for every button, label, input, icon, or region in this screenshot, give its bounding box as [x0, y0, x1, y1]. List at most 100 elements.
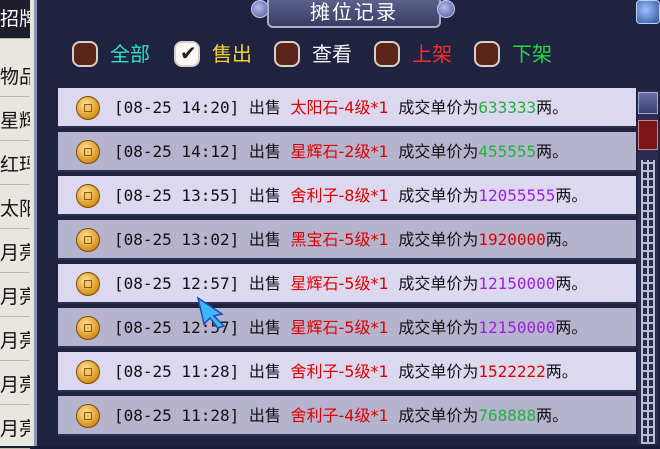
check-icon: ✔ [180, 41, 197, 65]
checkbox-viewed[interactable] [274, 41, 300, 67]
record-action: 出售 [248, 362, 281, 381]
record-text: [08-25 12:57] 出售 星辉石-5级*1 成交单价为12150000两… [114, 308, 587, 348]
checkbox-sold[interactable]: ✔ [174, 41, 200, 67]
background-list-item: 星辉 [0, 102, 30, 141]
record-row[interactable]: [08-25 12:57] 出售 星辉石-5级*1 成交单价为12150000两… [58, 308, 636, 348]
record-time: [08-25 11:28] [114, 406, 240, 425]
record-action: 出售 [248, 98, 281, 117]
record-row[interactable]: [08-25 14:20] 出售 太阳石-4级*1 成交单价为633333两。 [58, 88, 636, 128]
record-item: 太阳石-4级*1 [290, 98, 389, 117]
background-list-item: 月亮 [0, 410, 30, 449]
scroll-up-arrow-icon[interactable] [638, 92, 658, 114]
record-price: 12150000 [478, 318, 556, 337]
record-row[interactable]: [08-25 14:12] 出售 星辉石-2级*1 成交单价为455555两。 [58, 132, 636, 172]
filter-delisted-label: 下架 [512, 42, 552, 66]
record-price: 1920000 [478, 230, 546, 249]
record-text: [08-25 11:28] 出售 舍利子-4级*1 成交单价为768888两。 [114, 396, 568, 436]
coin-icon [76, 404, 100, 428]
background-list-item: 月亮 [0, 322, 30, 361]
background-list-item: 物品 [0, 58, 30, 97]
record-price: 12150000 [478, 274, 556, 293]
record-list: [08-25 14:20] 出售 太阳石-4级*1 成交单价为633333两。[… [58, 88, 636, 444]
record-price: 633333 [478, 98, 537, 117]
filter-listed-label: 上架 [412, 42, 452, 66]
record-price: 12055555 [478, 186, 556, 205]
record-time: [08-25 12:57] [114, 274, 240, 293]
coin-icon [76, 316, 100, 340]
record-action: 出售 [248, 142, 281, 161]
record-item: 舍利子-4级*1 [290, 406, 389, 425]
close-icon[interactable] [636, 0, 660, 24]
record-text: [08-25 11:28] 出售 舍利子-5级*1 成交单价为1522222两。 [114, 352, 578, 392]
record-price-label: 成交单价为 [398, 362, 479, 381]
record-unit: 两。 [555, 186, 588, 205]
record-time: [08-25 14:12] [114, 142, 240, 161]
record-item: 星辉石-2级*1 [290, 142, 389, 161]
record-action: 出售 [248, 318, 281, 337]
record-unit: 两。 [536, 98, 569, 117]
record-unit: 两。 [555, 274, 588, 293]
filter-all-label: 全部 [110, 42, 150, 66]
record-action: 出售 [248, 406, 281, 425]
record-price-label: 成交单价为 [398, 186, 479, 205]
record-item: 黑宝石-5级*1 [290, 230, 389, 249]
coin-icon [76, 184, 100, 208]
record-text: [08-25 14:12] 出售 星辉石-2级*1 成交单价为455555两。 [114, 132, 568, 172]
background-list-item: 月亮 [0, 234, 30, 273]
game-cursor-icon [196, 296, 226, 329]
record-item: 星辉石-5级*1 [290, 318, 389, 337]
filter-viewed-label: 查看 [312, 42, 352, 66]
record-unit: 两。 [545, 230, 578, 249]
dialog-title: 摊位记录 [267, 0, 441, 28]
record-unit: 两。 [536, 142, 569, 161]
record-action: 出售 [248, 230, 281, 249]
background-window-strip: 招牌物品星辉红玛太阳月亮月亮月亮月亮月亮 [0, 0, 36, 449]
background-list-item: 月亮 [0, 366, 30, 405]
record-text: [08-25 14:20] 出售 太阳石-4级*1 成交单价为633333两。 [114, 88, 568, 128]
record-row[interactable]: [08-25 12:57] 出售 星辉石-5级*1 成交单价为12150000两… [58, 264, 636, 304]
record-price-label: 成交单价为 [398, 318, 479, 337]
record-row[interactable]: [08-25 11:28] 出售 舍利子-5级*1 成交单价为1522222两。 [58, 352, 636, 392]
record-item: 星辉石-5级*1 [290, 274, 389, 293]
record-price-label: 成交单价为 [398, 142, 479, 161]
record-time: [08-25 11:28] [114, 362, 240, 381]
record-item: 舍利子-5级*1 [290, 362, 389, 381]
record-row[interactable]: [08-25 13:02] 出售 黑宝石-5级*1 成交单价为1920000两。 [58, 220, 636, 260]
record-action: 出售 [248, 274, 281, 293]
record-unit: 两。 [555, 318, 588, 337]
record-time: [08-25 13:55] [114, 186, 240, 205]
checkbox-delisted[interactable] [474, 41, 500, 67]
record-unit: 两。 [536, 406, 569, 425]
coin-icon [76, 96, 100, 120]
record-row[interactable]: [08-25 11:28] 出售 舍利子-4级*1 成交单价为768888两。 [58, 396, 636, 436]
coin-icon [76, 272, 100, 296]
record-text: [08-25 13:02] 出售 黑宝石-5级*1 成交单价为1920000两。 [114, 220, 578, 260]
background-list-item: 太阳 [0, 190, 30, 229]
background-list-item: 招牌 [0, 0, 30, 39]
background-list-item: 红玛 [0, 146, 30, 185]
record-unit: 两。 [545, 362, 578, 381]
record-time: [08-25 14:20] [114, 98, 240, 117]
record-price: 455555 [478, 142, 537, 161]
record-price-label: 成交单价为 [398, 274, 479, 293]
record-price: 768888 [478, 406, 537, 425]
record-time: [08-25 13:02] [114, 230, 240, 249]
record-item: 舍利子-8级*1 [290, 186, 389, 205]
record-text: [08-25 13:55] 出售 舍利子-8级*1 成交单价为12055555两… [114, 176, 587, 216]
record-price-label: 成交单价为 [398, 98, 479, 117]
filter-sold-label: 售出 [212, 42, 252, 66]
title-right-ornament-icon [437, 0, 455, 18]
coin-icon [76, 228, 100, 252]
checkbox-listed[interactable] [374, 41, 400, 67]
record-text: [08-25 12:57] 出售 星辉石-5级*1 成交单价为12150000两… [114, 264, 587, 304]
background-list-item: 月亮 [0, 278, 30, 317]
record-price: 1522222 [478, 362, 546, 381]
record-price-label: 成交单价为 [398, 230, 479, 249]
record-price-label: 成交单价为 [398, 406, 479, 425]
record-action: 出售 [248, 186, 281, 205]
record-row[interactable]: [08-25 13:55] 出售 舍利子-8级*1 成交单价为12055555两… [58, 176, 636, 216]
coin-icon [76, 360, 100, 384]
decorative-border-pattern [641, 160, 655, 444]
checkbox-all[interactable] [72, 41, 98, 67]
scrollbar-thumb[interactable] [638, 120, 658, 150]
